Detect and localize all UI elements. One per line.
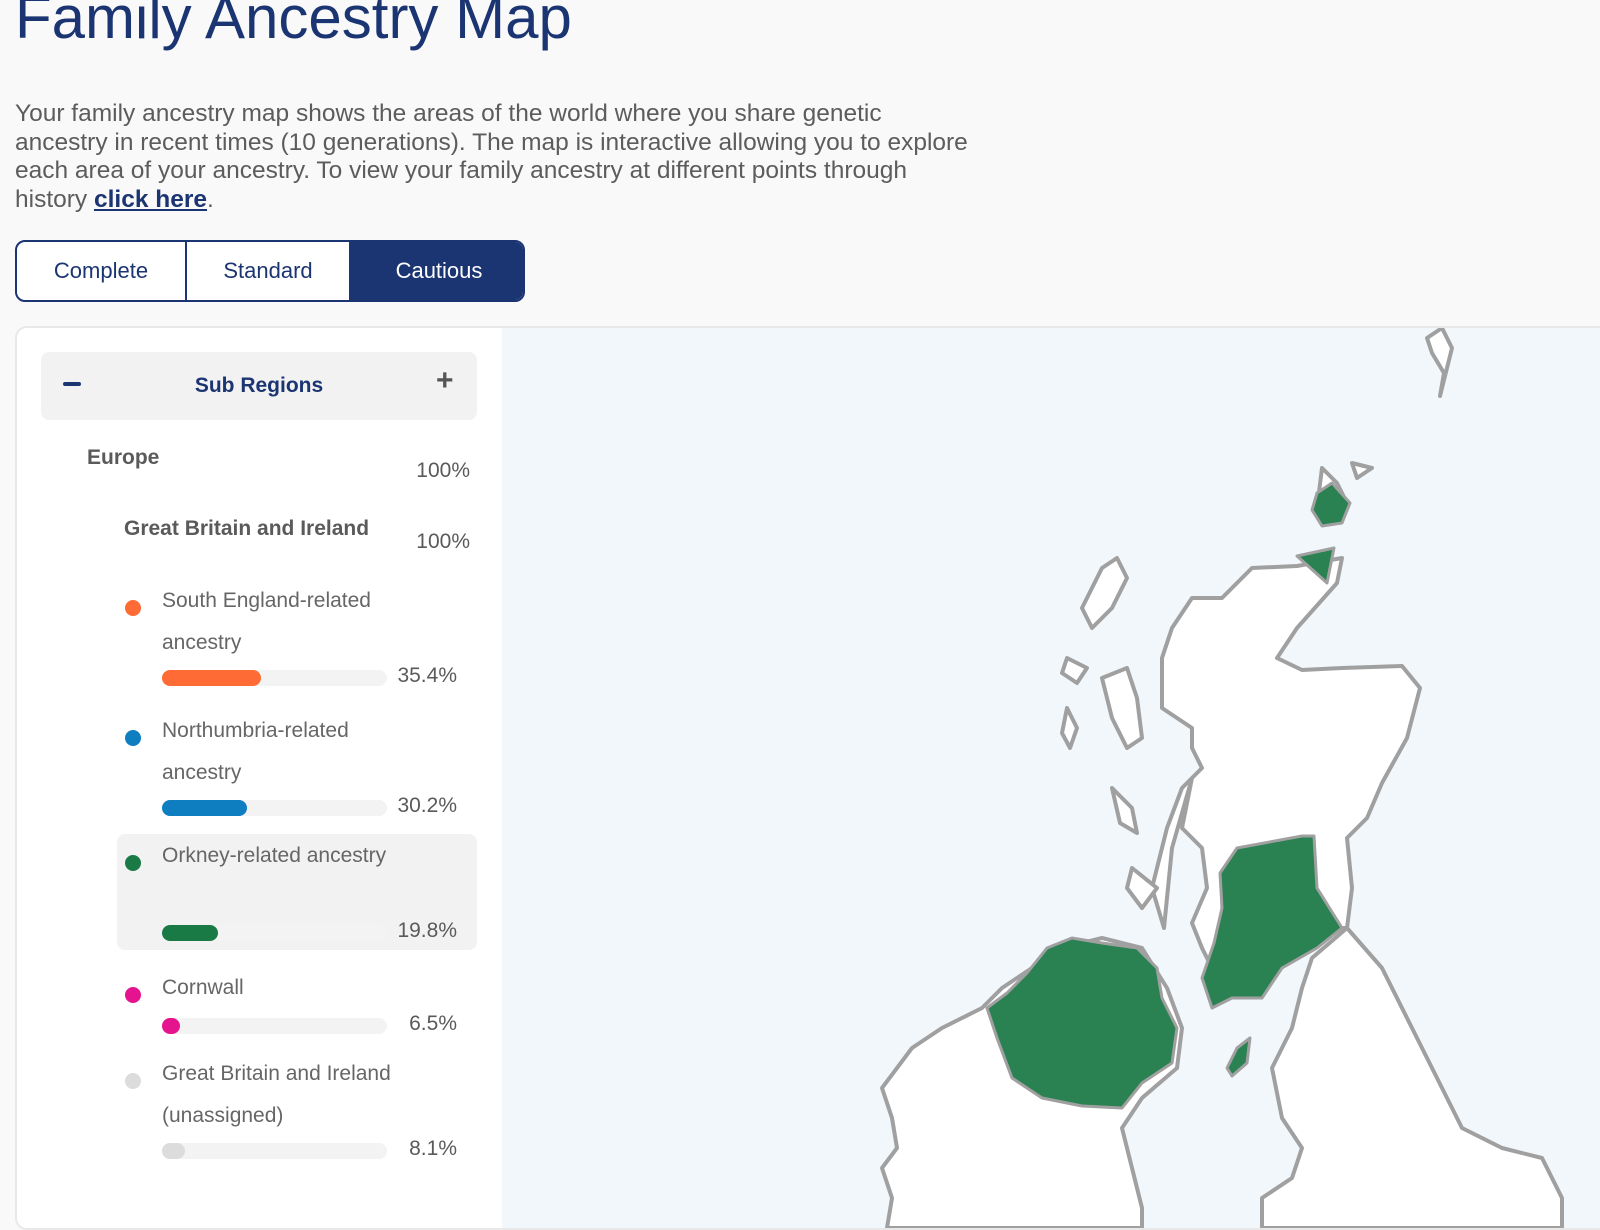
- sub-regions-title: Sub Regions: [194, 374, 324, 397]
- tab-standard[interactable]: Standard: [187, 242, 351, 300]
- subregion-item-percent: 6.5%: [409, 1012, 457, 1035]
- subregion-item[interactable]: Northumbria-related ancestry 30.2%: [117, 715, 477, 831]
- percent-bar-fill: [162, 1018, 181, 1034]
- map-england: [1260, 926, 1564, 1228]
- color-dot: [125, 730, 141, 746]
- color-dot: [125, 987, 141, 1003]
- subregion-item[interactable]: South England-related ancestry 35.4%: [117, 585, 477, 701]
- percent-bar-fill: [162, 1143, 185, 1159]
- tab-cautious[interactable]: Cautious: [351, 242, 523, 300]
- subregion-item-name: South England-related ancestry: [162, 589, 371, 654]
- map-svg: [880, 328, 1564, 1228]
- plus-icon[interactable]: +: [436, 366, 454, 396]
- percent-bar-fill: [162, 800, 247, 816]
- subregion-gb-ireland-percent: 100%: [416, 530, 470, 553]
- percent-bar: [162, 670, 387, 686]
- subregion-item-percent: 19.8%: [397, 919, 457, 942]
- ancestry-map[interactable]: [502, 328, 1600, 1228]
- color-dot: [125, 1073, 141, 1089]
- percent-bar: [162, 1143, 387, 1159]
- percent-bar: [162, 800, 387, 816]
- map-highlight-isle-of-man: [1225, 1036, 1252, 1078]
- subregion-item-name: Great Britain and Ireland (unassigned): [162, 1062, 391, 1127]
- subregion-item-name: Cornwall: [162, 976, 244, 999]
- subregion-item-percent: 30.2%: [397, 794, 457, 817]
- tab-complete[interactable]: Complete: [17, 242, 187, 300]
- subregion-item-name: Northumbria-related ancestry: [162, 719, 349, 784]
- percent-bar: [162, 925, 387, 941]
- intro-end: .: [207, 185, 214, 213]
- subregion-item[interactable]: Orkney-related ancestry 19.8%: [117, 834, 477, 950]
- subregion-item-name: Orkney-related ancestry: [162, 844, 387, 867]
- color-dot: [125, 600, 141, 616]
- page-title: Family Ancestry Map: [15, 0, 572, 51]
- percent-bar-fill: [162, 670, 262, 686]
- map-shetland: [1425, 328, 1454, 398]
- subregion-item-percent: 35.4%: [397, 664, 457, 687]
- region-europe[interactable]: Europe: [87, 446, 159, 470]
- click-here-link[interactable]: click here: [94, 186, 207, 213]
- map-hebrides: [1060, 556, 1159, 910]
- confidence-toggle: Complete Standard Cautious: [15, 240, 525, 302]
- region-europe-percent: 100%: [416, 459, 470, 482]
- subregion-item-percent: 8.1%: [409, 1137, 457, 1160]
- color-dot: [125, 855, 141, 871]
- intro-text: Your family ancestry map shows the areas…: [15, 100, 975, 214]
- ancestry-panel: Sub Regions + Europe 100% Great Britain …: [15, 326, 1600, 1230]
- percent-bar: [162, 1018, 387, 1034]
- percent-bar-fill: [162, 925, 218, 941]
- sub-regions-sidebar: Sub Regions + Europe 100% Great Britain …: [17, 328, 502, 1228]
- subregion-gb-ireland[interactable]: Great Britain and Ireland: [124, 517, 369, 541]
- sub-regions-header: Sub Regions +: [41, 352, 477, 420]
- subregion-item[interactable]: Great Britain and Ireland (unassigned) 8.…: [117, 1058, 477, 1174]
